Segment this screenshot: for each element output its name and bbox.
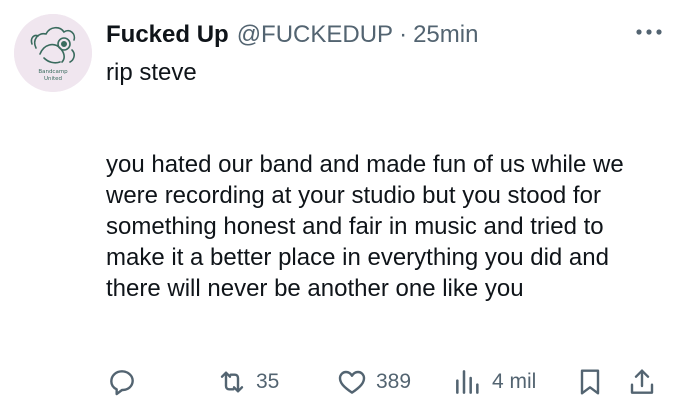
views-icon [456, 370, 479, 394]
like-count: 389 [376, 370, 412, 393]
reply-button[interactable] [106, 364, 138, 400]
heart-icon [338, 370, 366, 394]
more-icon [636, 29, 662, 35]
bookmark-button[interactable] [574, 364, 606, 400]
author-handle[interactable]: @FUCKEDUP [237, 21, 393, 49]
avatar[interactable]: Bandcamp United [14, 14, 92, 92]
author-name[interactable]: Fucked Up [106, 21, 229, 49]
tweet-text-paragraph: you hated our band and made fun of us wh… [106, 151, 624, 302]
repost-button[interactable]: 35 [216, 364, 279, 400]
tweet-actions: 35 389 4 mil [106, 364, 662, 400]
tweet-text: rip steve you hated our band and made fu… [106, 57, 666, 304]
tweet-header: Fucked Up @FUCKEDUP · 25min [106, 19, 662, 51]
reply-icon [110, 370, 134, 396]
avatar-artwork: Bandcamp United [14, 14, 92, 92]
tweet[interactable]: Bandcamp United Fucked Up @FUCKEDUP · 25… [0, 0, 682, 411]
views-count: 4 mil [492, 370, 537, 393]
tweet-text-line: rip steve [106, 59, 197, 86]
separator-dot: · [399, 21, 408, 48]
more-options-button[interactable] [634, 22, 664, 42]
repost-icon [220, 371, 244, 393]
repost-count: 35 [256, 370, 280, 393]
like-button[interactable]: 389 [336, 364, 411, 400]
views-button[interactable]: 4 mil [452, 364, 536, 400]
tweet-timestamp[interactable]: 25min [413, 21, 478, 49]
share-icon [630, 369, 654, 394]
avatar-caption-line2: United [44, 76, 62, 82]
avatar-caption-line1: Bandcamp [38, 69, 68, 75]
share-button[interactable] [626, 364, 658, 400]
bookmark-icon [580, 369, 600, 395]
